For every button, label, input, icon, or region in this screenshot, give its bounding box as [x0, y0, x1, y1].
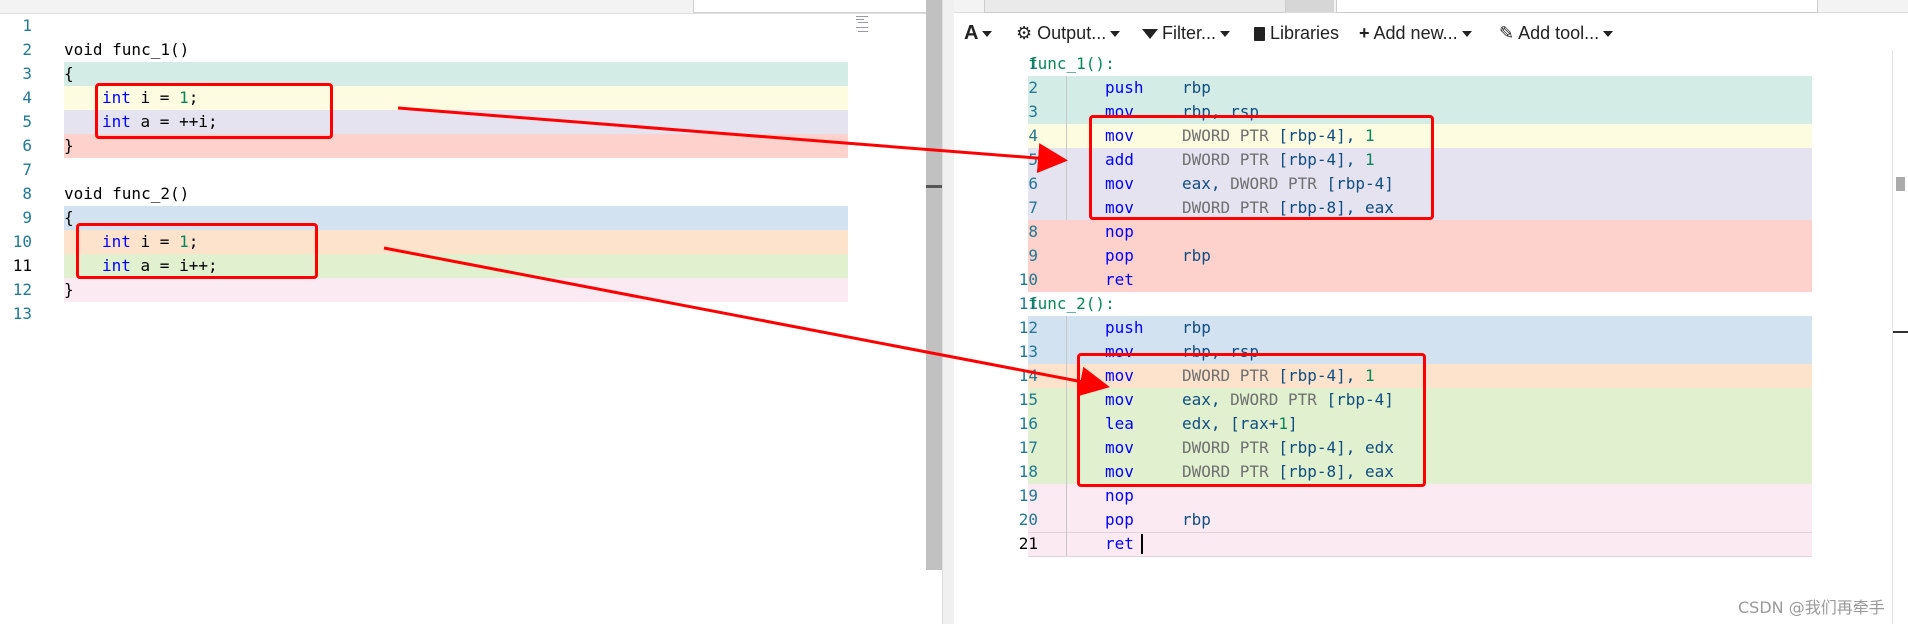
- arrow-func2: [383, 246, 1110, 397]
- watermark: CSDN @我们再牵手: [1738, 598, 1885, 617]
- annotation-arrows: [383, 106, 1110, 397]
- arrow-func1: [397, 106, 1068, 174]
